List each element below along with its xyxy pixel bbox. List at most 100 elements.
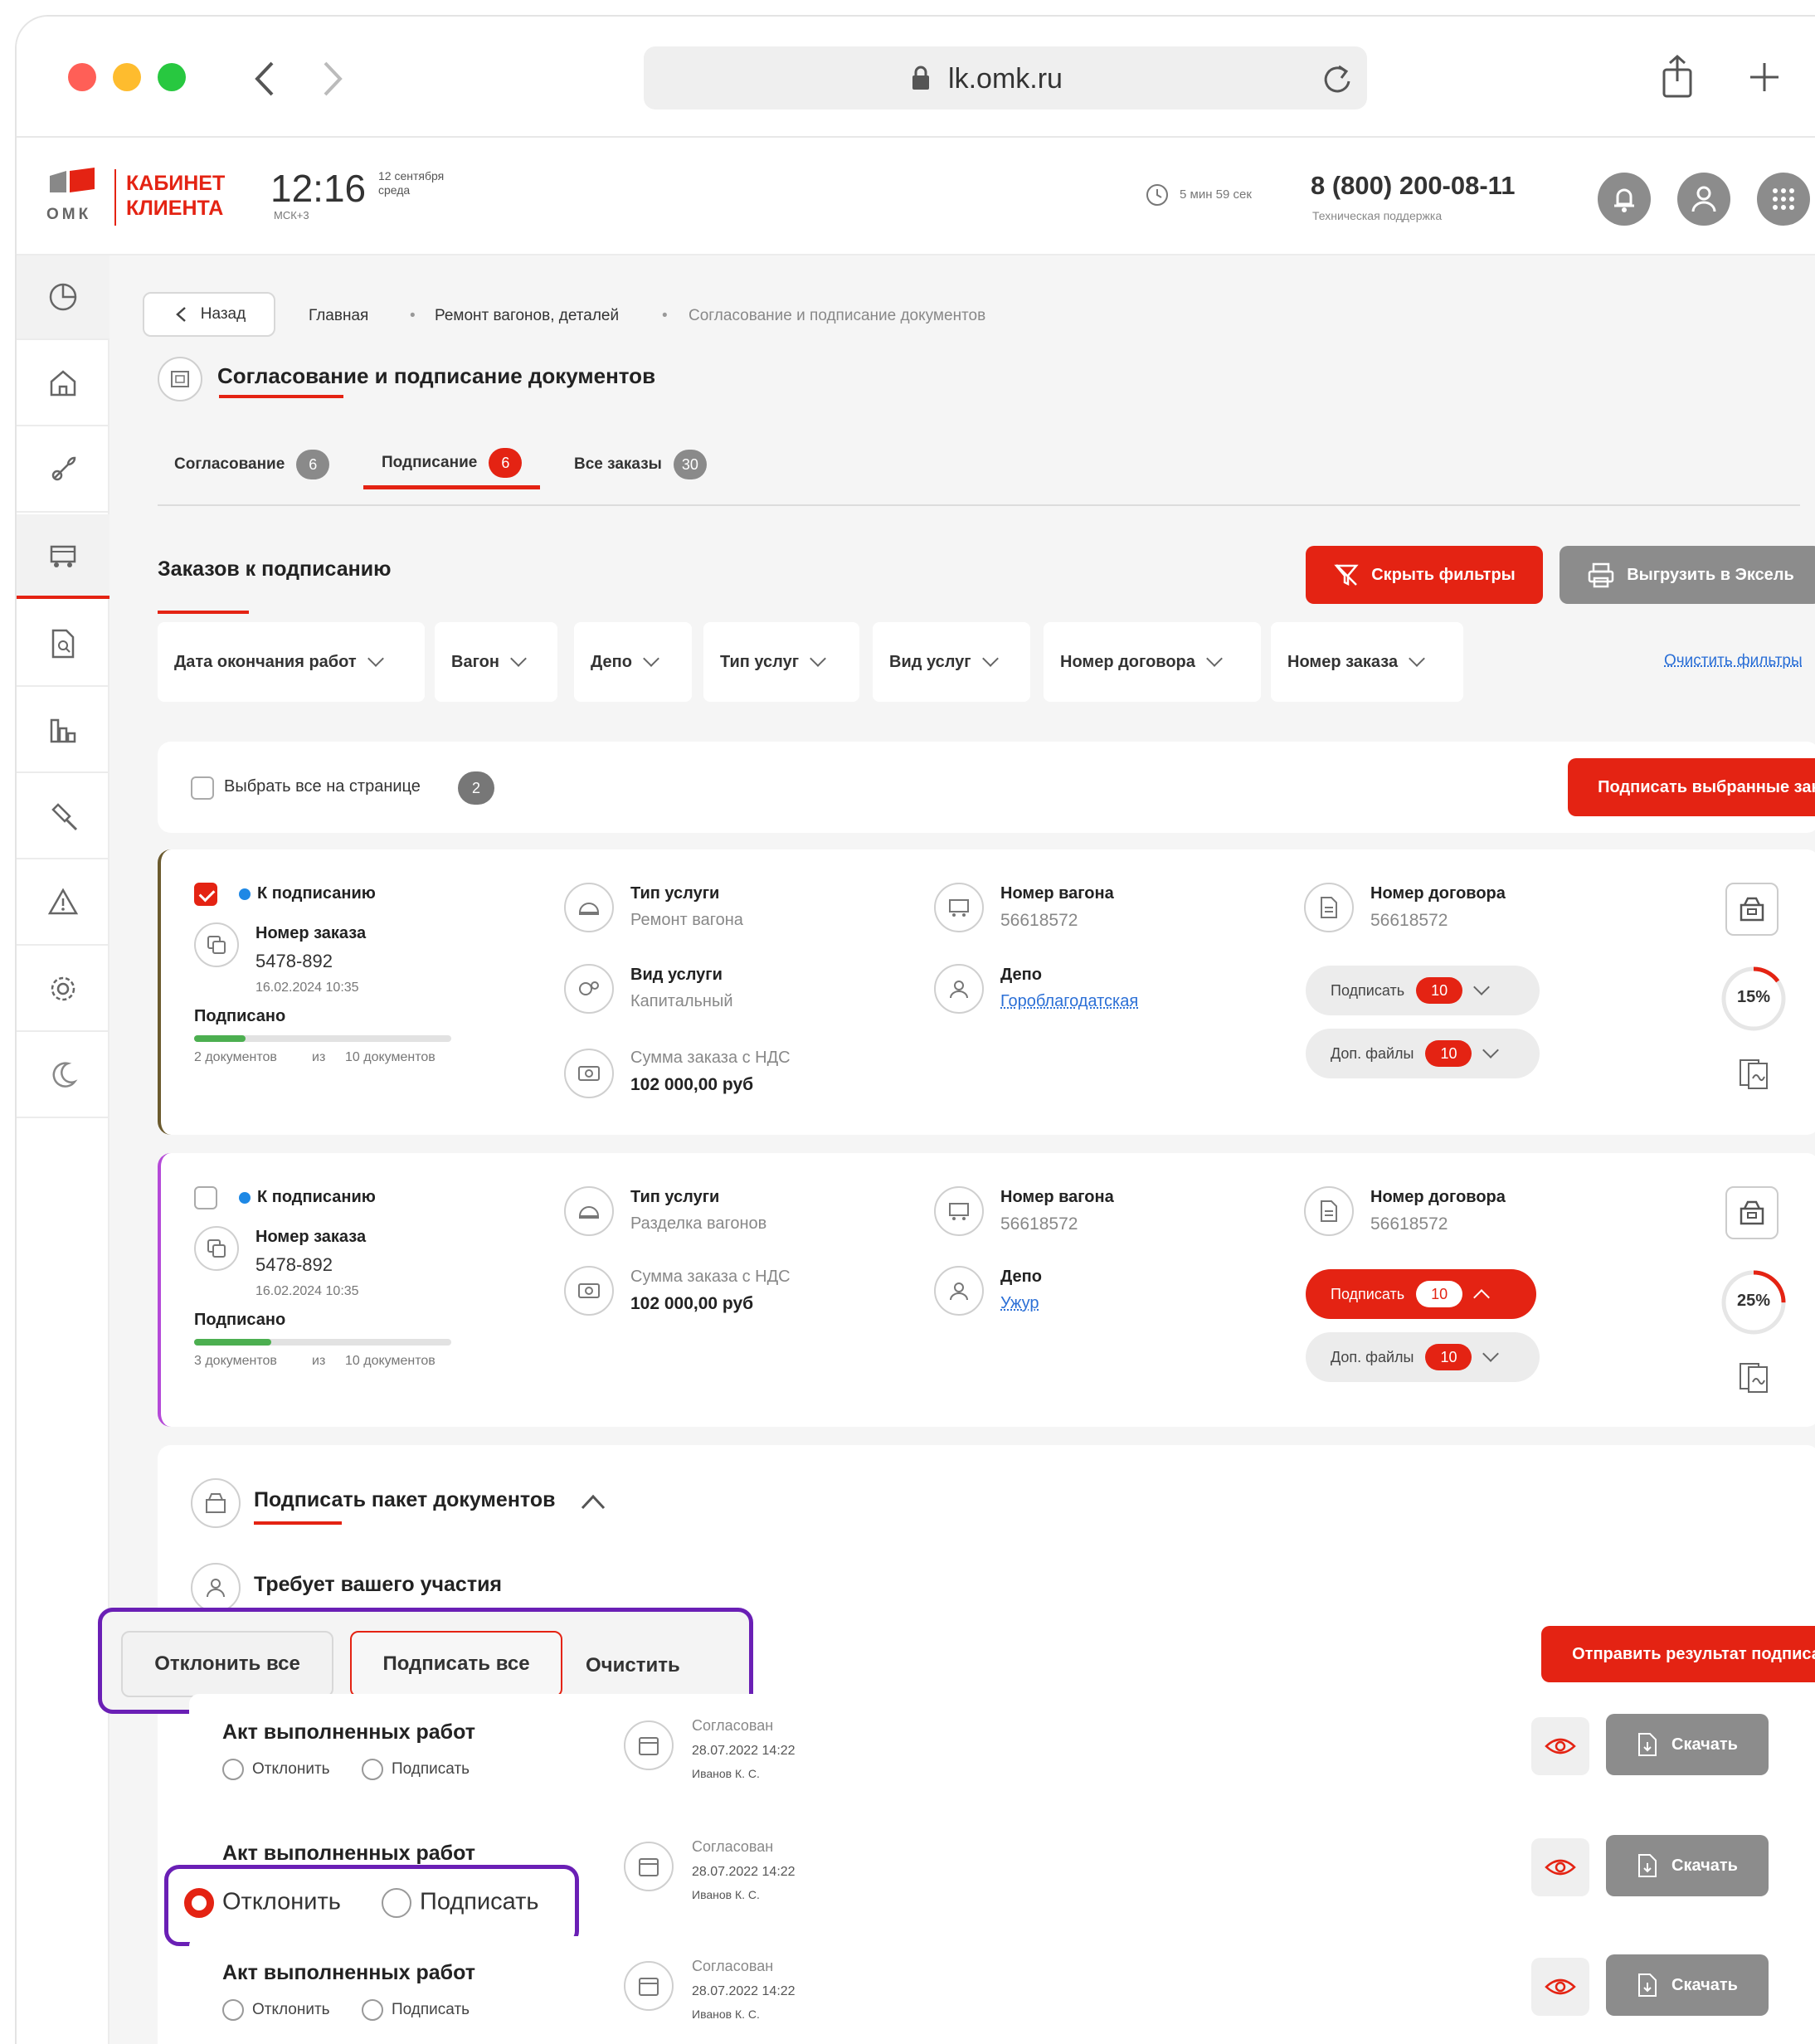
sidebar-item-orders[interactable] [17,428,109,513]
select-all-checkbox[interactable] [191,776,214,800]
document-date: 28.07.2022 14:22 [692,1744,796,1758]
app-header: ОМК КАБИНЕТ КЛИЕНТА 12:16 МСК+3 12 сентя… [17,138,1815,256]
download-button[interactable]: Скачать [1606,1954,1769,2016]
sidebar-item-repair[interactable] [17,775,109,859]
sidebar-item-theme[interactable] [17,1034,109,1118]
omk-logo-icon [50,168,95,192]
document-status: Согласован [692,1717,774,1734]
contract-number-value: 56618572 [1370,1214,1448,1234]
tab-approval[interactable]: Согласование 6 [174,440,330,489]
document-status: Согласован [692,1838,774,1855]
contract-icon [1304,1186,1354,1236]
sidebar-item-alerts[interactable] [17,861,109,946]
main-content: Назад Главная • Ремонт вагонов, деталей … [98,256,1815,2044]
preview-button[interactable] [1531,1717,1589,1775]
send-result-button[interactable]: Отправить результат подписания [1541,1626,1815,1682]
document-name: Акт выполненных работ [222,1720,476,1744]
cash-icon [578,1066,600,1081]
sidebar-item-stats[interactable] [17,689,109,773]
sign-radio[interactable]: Подписать [362,1759,470,1780]
download-button[interactable]: Скачать [1606,1835,1769,1896]
back-arrow-icon[interactable] [249,58,282,100]
new-tab-icon[interactable] [1747,60,1782,95]
wagon-icon [50,545,76,567]
package-title: Подписать пакет документов [254,1488,556,1511]
support-phone[interactable]: 8 (800) 200-08-11 [1311,171,1515,201]
sidebar [17,256,109,2044]
clear-filters-link[interactable]: Очистить фильтры [1664,652,1803,670]
sidebar-item-documents[interactable] [17,514,109,599]
filter-service-kind[interactable]: Вид услуг [873,622,1030,702]
breadcrumb-repair[interactable]: Ремонт вагонов, деталей [435,307,619,325]
minimize-window-button[interactable] [113,63,141,91]
filter-depot[interactable]: Депо [574,622,692,702]
preview-button[interactable] [1531,1958,1589,2016]
filter-wagon[interactable]: Вагон [435,622,557,702]
signed-docs-icon[interactable] [1737,1055,1774,1092]
signed-docs-icon[interactable] [1737,1359,1774,1395]
order-checkbox[interactable] [194,883,217,906]
helmet-icon [578,903,600,915]
sum-value: 102 000,00 руб [630,1075,754,1094]
moon-icon [52,1062,78,1088]
filter-service-type[interactable]: Тип услуг [703,622,859,702]
sign-docs-dropdown-open[interactable]: Подписать 10 [1306,1269,1536,1319]
service-type-value: Разделка вагонов [630,1214,767,1233]
docs-total: 10 документов [345,1050,436,1064]
signing-progress-bar [194,1035,451,1042]
extra-files-dropdown[interactable]: Доп. файлы 10 [1306,1029,1540,1078]
calendar-glyph [639,1858,659,1876]
select-all-label: Выбрать все на странице [224,777,421,796]
order-date: 16.02.2024 10:35 [255,1284,359,1298]
sign-docs-dropdown[interactable]: Подписать 10 [1306,966,1540,1015]
sidebar-item-reports[interactable] [17,602,109,687]
sidebar-item-analytics[interactable] [17,256,109,340]
download-button[interactable]: Скачать [1606,1714,1769,1775]
preview-button[interactable] [1531,1838,1589,1896]
history-icon [1146,184,1168,206]
chevron-left-icon [175,307,186,322]
contract-icon [1304,883,1354,932]
maximize-window-button[interactable] [158,63,186,91]
sidebar-item-settings[interactable] [17,947,109,1032]
forward-arrow-icon[interactable] [315,58,348,100]
hammer-icon [51,803,78,831]
reject-radio[interactable]: Отклонить [222,1999,330,2021]
order-archive-button[interactable] [1725,883,1779,936]
document-name: Акт выполненных работ [222,1842,476,1865]
address-bar[interactable]: lk.omk.ru [644,46,1367,110]
close-window-button[interactable] [68,63,96,91]
share-icon[interactable] [1659,53,1696,100]
sidebar-item-home[interactable] [17,342,109,426]
notifications-button[interactable] [1598,173,1651,226]
sign-selected-button[interactable]: Подписать выбранные заказы [1568,758,1815,816]
back-button[interactable]: Назад [143,292,275,337]
apps-menu-button[interactable] [1757,173,1810,226]
sign-radio[interactable]: Подписать [362,1999,470,2021]
section-title: Заказов к подписанию [158,557,392,581]
wagon-doc-icon [171,371,189,387]
tab-all-orders[interactable]: Все заказы 30 [574,440,707,489]
filter-end-date[interactable]: Дата окончания работ [158,622,425,702]
profile-button[interactable] [1677,173,1730,226]
sum-label: Сумма заказа с НДС [630,1268,791,1286]
reject-radio[interactable]: Отклонить [222,1759,330,1780]
extra-files-dropdown[interactable]: Доп. файлы 10 [1306,1332,1540,1382]
order-checkbox[interactable] [194,1186,217,1209]
bell-icon [1614,188,1634,212]
filter-order-number[interactable]: Номер заказа [1271,622,1463,702]
filter-contract-number[interactable]: Номер договора [1044,622,1261,702]
tab-signing[interactable]: Подписание 6 [363,440,541,489]
hide-filters-button[interactable]: Скрыть фильтры [1306,546,1543,604]
order-archive-button[interactable] [1725,1186,1779,1239]
url-text: lk.omk.ru [948,63,1063,95]
breadcrumb-home[interactable]: Главная [309,307,368,325]
support-caption: Техническая поддержка [1312,209,1443,222]
chevron-up-icon[interactable] [579,1492,607,1511]
depot-link[interactable]: Ужур [1000,1294,1039,1313]
export-excel-button[interactable]: Выгрузить в Эксель [1560,546,1815,604]
document-date: 28.07.2022 14:22 [692,1865,796,1879]
reload-icon[interactable] [1321,60,1354,96]
depot-link[interactable]: Гороблагодатская [1000,992,1138,1011]
copy-icon [207,1239,226,1258]
